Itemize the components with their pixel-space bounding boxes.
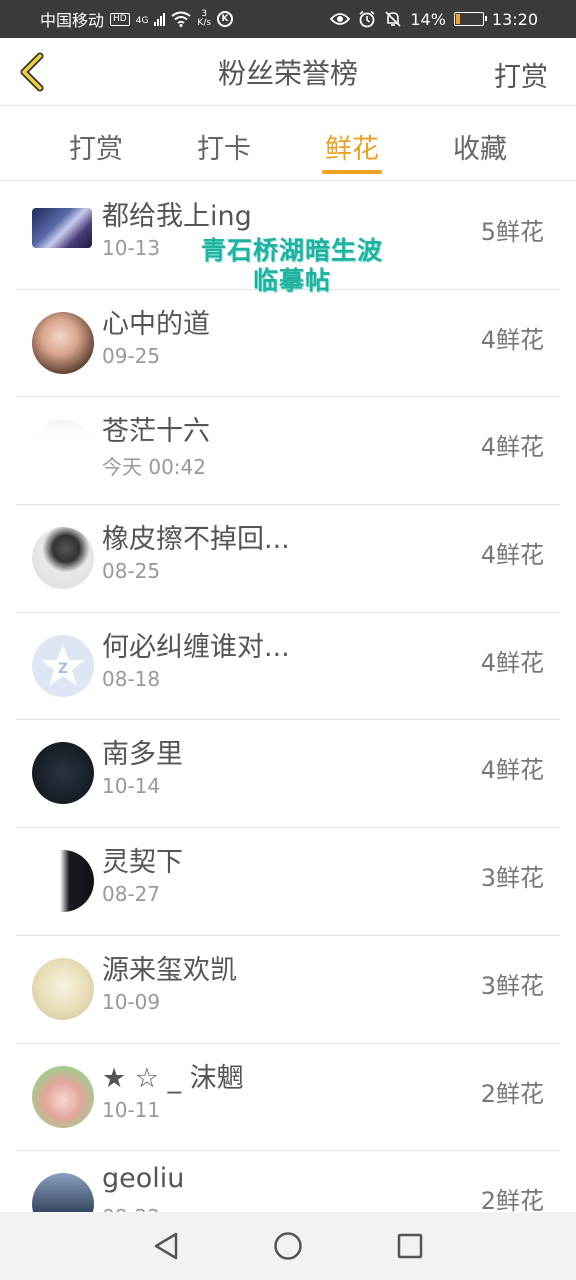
list-item[interactable]: 苍茫十六 今天 00:42 4鲜花 bbox=[16, 397, 560, 506]
battery-percent: 14% bbox=[410, 9, 446, 29]
avatar bbox=[32, 850, 94, 913]
fan-date: 今天 00:42 bbox=[102, 455, 206, 480]
fan-date: 09-25 bbox=[102, 343, 161, 368]
nav-home-button[interactable] bbox=[268, 1226, 308, 1266]
fan-date: 08-18 bbox=[102, 666, 161, 691]
avatar bbox=[32, 208, 92, 248]
alarm-icon bbox=[359, 10, 375, 28]
page-title: 粉丝荣誉榜 bbox=[217, 56, 358, 90]
chevron-left-icon bbox=[20, 52, 44, 92]
fan-date: 08-27 bbox=[102, 882, 161, 907]
fan-name: 何必纠缠谁对... bbox=[102, 631, 290, 663]
tab-bar: 打赏 打卡 鲜花 收藏 bbox=[0, 107, 576, 181]
watermark-line-2: 临摹帖 bbox=[252, 266, 331, 295]
avatar bbox=[32, 1173, 94, 1212]
avatar bbox=[32, 957, 94, 1020]
fan-date: 10-13 bbox=[102, 236, 161, 260]
fan-date: 10-11 bbox=[102, 1097, 161, 1122]
fan-date: 08-22 bbox=[102, 1205, 160, 1212]
avatar: Z bbox=[32, 634, 94, 697]
k-app-icon: K bbox=[217, 11, 234, 27]
svg-text:Z: Z bbox=[58, 661, 68, 677]
list-item[interactable]: 源来玺欢凯 10-09 3鲜花 bbox=[16, 936, 560, 1044]
fan-name: 南多里 bbox=[102, 739, 183, 771]
list-item[interactable]: 南多里 10-14 4鲜花 bbox=[16, 720, 560, 829]
status-bar: 中国移动 HD 4G 3 K/s K 14% 13:20 bbox=[0, 0, 576, 38]
battery-fill bbox=[455, 14, 460, 24]
fan-name: 灵契下 bbox=[102, 847, 183, 879]
fan-name: 都给我上ing bbox=[102, 201, 252, 232]
reward-button[interactable]: 打赏 bbox=[494, 55, 548, 94]
fan-name: 心中的道 bbox=[102, 308, 210, 340]
flower-count: 4鲜花 bbox=[480, 541, 544, 570]
list-item[interactable]: 心中的道 09-25 4鲜花 bbox=[16, 290, 560, 398]
flower-count: 2鲜花 bbox=[480, 1187, 544, 1212]
avatar bbox=[32, 311, 94, 374]
list-item[interactable]: 灵契下 08-27 3鲜花 bbox=[16, 828, 560, 936]
avatar bbox=[32, 419, 94, 482]
fan-name: ★ ☆ _ 沫魍 bbox=[102, 1062, 244, 1094]
nav-back-button[interactable] bbox=[146, 1226, 186, 1266]
system-nav-bar bbox=[0, 1212, 576, 1280]
watermark-line-1: 青石桥湖暗生波 bbox=[200, 236, 383, 265]
carrier-label: 中国移动 bbox=[40, 11, 105, 30]
fan-name: 源来玺欢凯 bbox=[102, 954, 237, 986]
avatar bbox=[32, 1065, 94, 1128]
list-item[interactable]: 橡皮擦不掉回... 08-25 4鲜花 bbox=[16, 505, 560, 613]
back-button[interactable] bbox=[14, 50, 54, 94]
watermark: 青石桥湖暗生波 临摹帖 bbox=[182, 236, 402, 296]
tab-checkin[interactable]: 打卡 bbox=[160, 107, 288, 180]
fan-list: 都给我上ing 10-13 5鲜花 心中的道 09-25 4鲜花 苍茫十六 今天… bbox=[0, 182, 576, 1212]
default-star-avatar-icon: Z bbox=[41, 644, 85, 686]
flower-count: 4鲜花 bbox=[480, 756, 544, 785]
eye-icon bbox=[330, 13, 351, 25]
fan-name: 橡皮擦不掉回... bbox=[102, 524, 290, 556]
fan-date: 08-25 bbox=[102, 559, 161, 584]
square-recent-icon bbox=[397, 1233, 423, 1259]
speed-unit: K/s bbox=[197, 18, 212, 28]
list-item[interactable]: ★ ☆ _ 沫魍 10-11 2鲜花 bbox=[16, 1044, 560, 1152]
list-item[interactable]: geoliu 08-22 2鲜花 bbox=[16, 1151, 560, 1212]
flower-count: 4鲜花 bbox=[480, 648, 544, 677]
network-speed: 3 K/s bbox=[197, 10, 211, 28]
tab-reward[interactable]: 打赏 bbox=[32, 107, 160, 180]
flower-count: 2鲜花 bbox=[480, 1079, 544, 1108]
nav-recent-button[interactable] bbox=[390, 1226, 430, 1266]
fan-name: geoliu bbox=[102, 1163, 185, 1195]
flower-count: 4鲜花 bbox=[480, 433, 544, 462]
tab-flowers[interactable]: 鲜花 bbox=[288, 107, 416, 180]
clock: 13:20 bbox=[491, 9, 538, 29]
hd-icon: HD bbox=[110, 12, 130, 26]
flower-count: 3鲜花 bbox=[480, 864, 544, 893]
wifi-icon bbox=[171, 11, 192, 27]
avatar bbox=[32, 742, 94, 805]
fan-name: 苍茫十六 bbox=[102, 416, 210, 448]
fan-date: 10-14 bbox=[102, 774, 161, 799]
avatar bbox=[32, 527, 94, 590]
flower-count: 5鲜花 bbox=[480, 218, 544, 246]
header: 粉丝荣誉榜 打赏 bbox=[0, 38, 576, 106]
list-item[interactable]: Z 何必纠缠谁对... 08-18 4鲜花 bbox=[16, 613, 560, 721]
flower-count: 4鲜花 bbox=[480, 325, 544, 354]
signal-icon bbox=[154, 12, 166, 26]
network-label: 4G bbox=[135, 16, 149, 26]
mute-bell-icon bbox=[385, 11, 401, 27]
triangle-back-icon bbox=[154, 1232, 178, 1260]
circle-home-icon bbox=[274, 1232, 302, 1260]
tab-favorites[interactable]: 收藏 bbox=[416, 107, 544, 180]
fan-date: 10-09 bbox=[102, 989, 161, 1014]
flower-count: 3鲜花 bbox=[480, 971, 544, 1000]
battery-icon bbox=[453, 12, 487, 26]
